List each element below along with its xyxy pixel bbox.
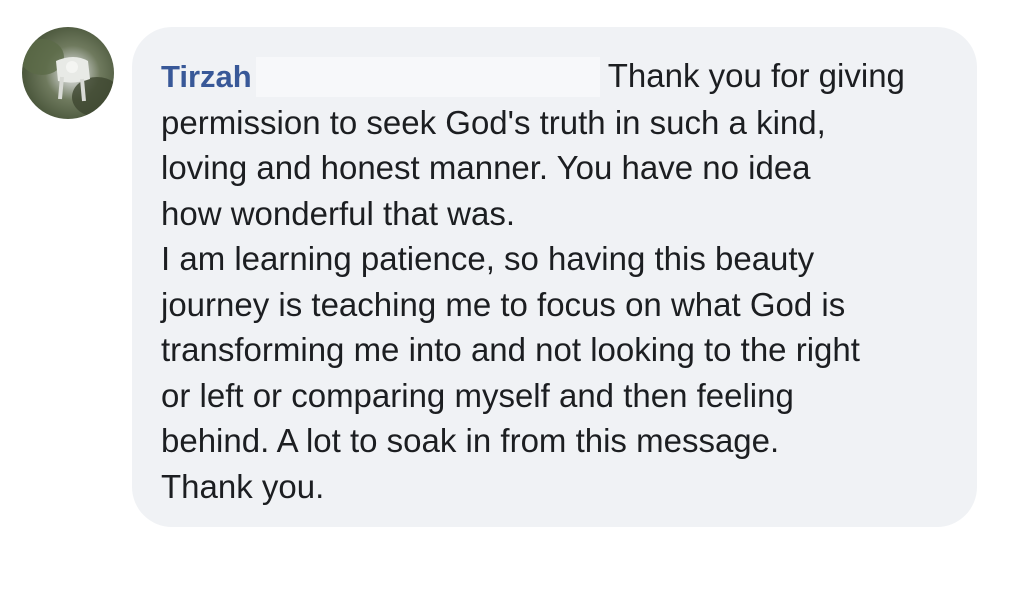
comment-author-link[interactable]: Tirzah xyxy=(161,59,252,94)
comment-item: Tirzah Thank you for giving permission to… xyxy=(0,0,1012,592)
comment-bubble: Tirzah Thank you for giving permission to… xyxy=(132,27,977,527)
profile-photo-avatar-icon xyxy=(22,39,114,117)
comment-first-line: Thank you for giving xyxy=(607,57,905,94)
redacted-region xyxy=(255,57,600,97)
avatar[interactable] xyxy=(22,27,114,119)
comment-body: permission to seek God's truth in such a… xyxy=(161,103,860,505)
comment-text: Tirzah Thank you for giving permission to… xyxy=(161,53,947,509)
